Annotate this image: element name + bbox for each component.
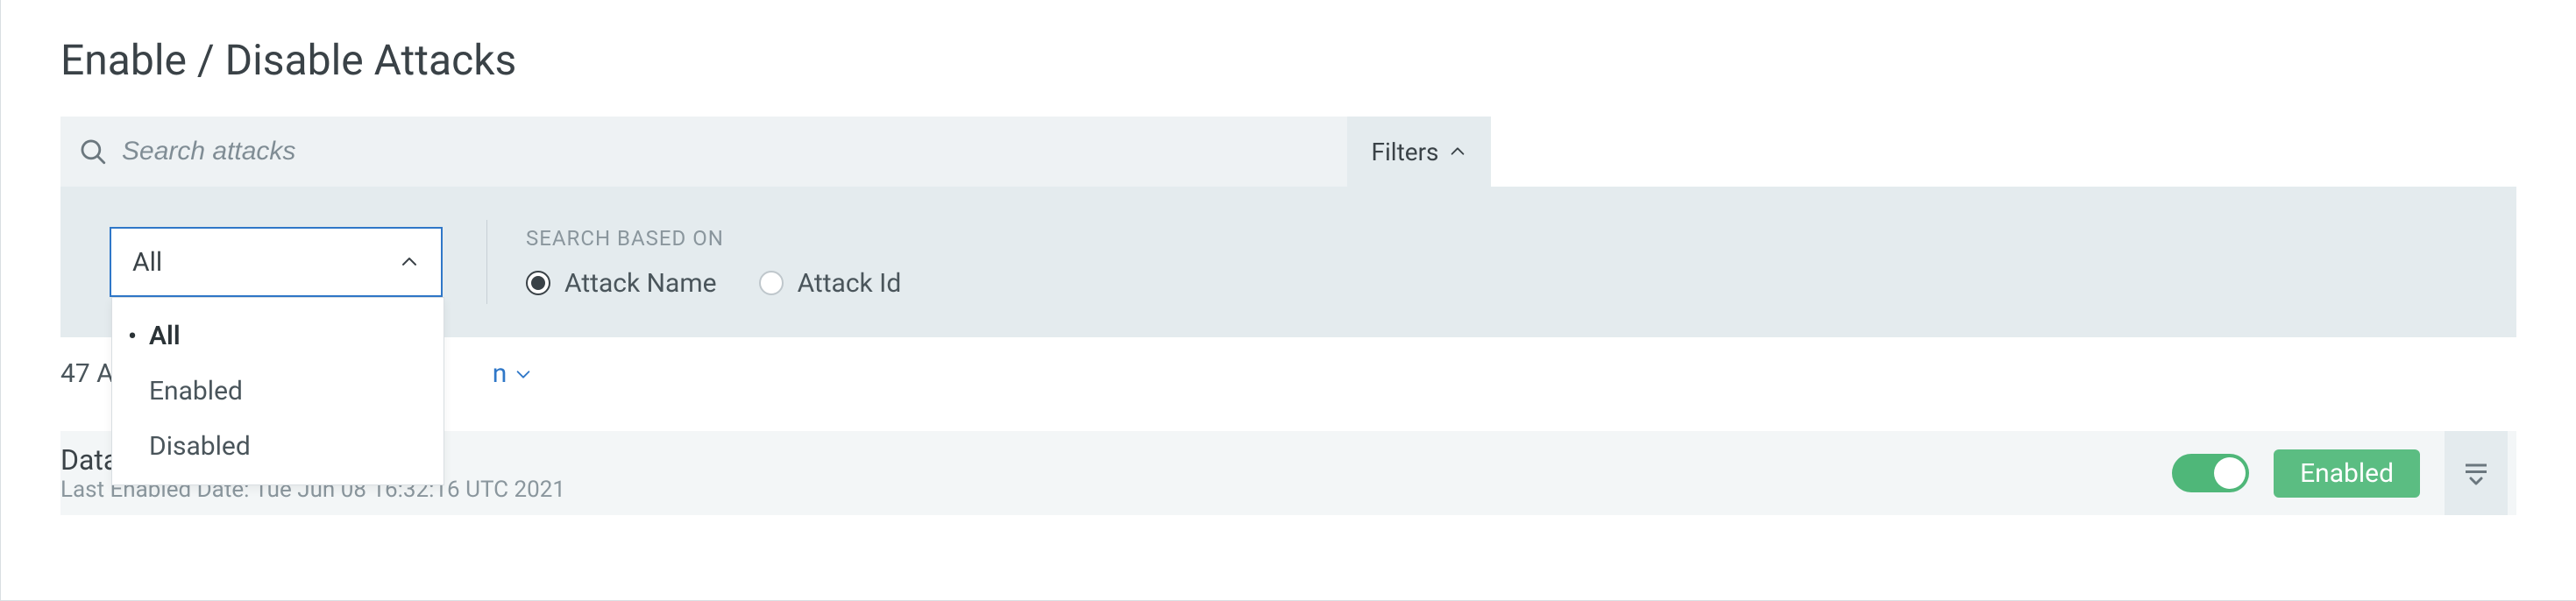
- radio-dot-icon: [526, 271, 550, 295]
- radio-dot-icon: [759, 271, 784, 295]
- radio-attack-name[interactable]: Attack Name: [526, 268, 717, 299]
- chevron-up-icon: [1448, 142, 1467, 161]
- status-option-all[interactable]: All: [112, 308, 444, 364]
- status-option-enabled[interactable]: Enabled: [112, 364, 444, 419]
- search-basis-group: SEARCH BASED ON Attack Name Attack Id: [526, 226, 901, 299]
- search-input[interactable]: [122, 137, 1330, 166]
- page-title: Enable / Disable Attacks: [60, 35, 2516, 85]
- radio-attack-id[interactable]: Attack Id: [759, 268, 902, 299]
- status-option-disabled[interactable]: Disabled: [112, 419, 444, 474]
- chevron-up-icon: [399, 251, 420, 272]
- bulk-action-link[interactable]: n: [493, 358, 534, 389]
- status-filter-menu: All Enabled Disabled: [111, 297, 444, 485]
- radio-label: Attack Id: [798, 268, 902, 299]
- expand-icon: [2460, 457, 2492, 489]
- status-filter-value: All: [132, 247, 162, 278]
- radio-label: Attack Name: [564, 268, 717, 299]
- results-count-text: 47 A: [60, 358, 114, 389]
- vertical-divider: [486, 220, 487, 304]
- filters-toggle-label: Filters: [1371, 138, 1438, 166]
- chevron-down-icon: [514, 364, 533, 384]
- enable-toggle[interactable]: [2172, 454, 2249, 492]
- search-icon: [78, 137, 108, 166]
- filters-toggle-button[interactable]: Filters: [1347, 117, 1491, 187]
- filter-panel: All All Enabled Disabled SEARCH BASED ON…: [60, 187, 2516, 337]
- status-filter-select[interactable]: All All Enabled Disabled: [110, 227, 443, 297]
- search-basis-label: SEARCH BASED ON: [526, 226, 901, 251]
- bulk-action-text: n: [493, 358, 507, 389]
- search-row: Filters: [60, 117, 2516, 187]
- status-badge: Enabled: [2274, 449, 2420, 498]
- expand-row-button[interactable]: [2445, 431, 2508, 515]
- search-box: [60, 117, 1347, 187]
